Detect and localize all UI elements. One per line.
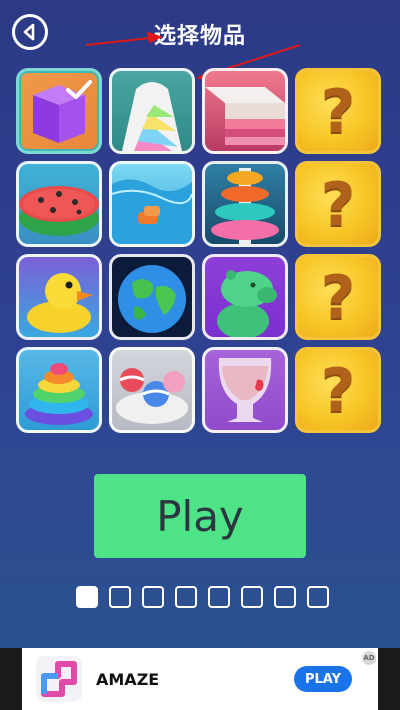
ad-play-button[interactable]: PLAY (294, 666, 352, 692)
item-tile-rubber-duck[interactable] (16, 254, 102, 340)
question-mark-icon: ? (320, 263, 356, 333)
item-tile-pool-water[interactable] (109, 161, 195, 247)
question-mark-icon: ? (320, 77, 356, 147)
page-title: 选择物品 (153, 24, 246, 49)
ad-margin-right (378, 648, 400, 710)
earth-globe-icon (118, 265, 186, 333)
page-indicator-4[interactable] (175, 586, 197, 608)
rubber-duck-icon (27, 273, 93, 333)
page-indicator-1[interactable] (76, 586, 98, 608)
layered-block-icon (205, 87, 285, 145)
page-indicator-5[interactable] (208, 586, 230, 608)
ball-bowl-icon (116, 368, 188, 424)
item-tile-spiral-tower[interactable] (202, 161, 288, 247)
rainbow-arch-icon (122, 82, 182, 151)
item-tile-locked[interactable]: ? (295, 68, 381, 154)
item-tile-strawberry-smoothie[interactable] (202, 347, 288, 433)
item-tile-ball-bowl[interactable] (109, 347, 195, 433)
question-mark-icon: ? (320, 356, 356, 426)
page-indicator-8[interactable] (307, 586, 329, 608)
item-tile-rainbow-swirl[interactable] (16, 347, 102, 433)
checkmark-icon (66, 80, 92, 99)
capybara-icon (217, 270, 277, 337)
item-tile-rainbow-arch[interactable] (109, 68, 195, 154)
item-tile-locked[interactable]: ? (295, 254, 381, 340)
pool-water-icon (112, 179, 192, 244)
question-mark-icon: ? (320, 170, 356, 240)
item-tile-purple-cube[interactable] (16, 68, 102, 154)
page-indicator-6[interactable] (241, 586, 263, 608)
ad-badge: AD (362, 651, 376, 665)
smoothie-glass-icon (218, 358, 272, 422)
ad-margin-left (0, 648, 22, 710)
page-indicator-7[interactable] (274, 586, 296, 608)
amaze-app-icon (36, 656, 82, 702)
ad-banner[interactable]: AMAZE PLAY AD (22, 648, 378, 710)
page-indicator-2[interactable] (109, 586, 131, 608)
item-grid: ? ? ? ? (16, 68, 381, 433)
item-tile-watermelon[interactable] (16, 161, 102, 247)
play-button[interactable]: Play (94, 474, 306, 558)
pagination (76, 586, 329, 608)
item-tile-green-capybara[interactable] (202, 254, 288, 340)
item-tile-locked[interactable]: ? (295, 347, 381, 433)
page-indicator-3[interactable] (142, 586, 164, 608)
spiral-tower-icon (211, 168, 279, 244)
ad-app-name: AMAZE (96, 669, 160, 689)
item-tile-earth-globe[interactable] (109, 254, 195, 340)
watermelon-icon (19, 186, 99, 236)
item-tile-layered-block[interactable] (202, 68, 288, 154)
item-tile-locked[interactable]: ? (295, 161, 381, 247)
rainbow-swirl-icon (25, 363, 93, 425)
